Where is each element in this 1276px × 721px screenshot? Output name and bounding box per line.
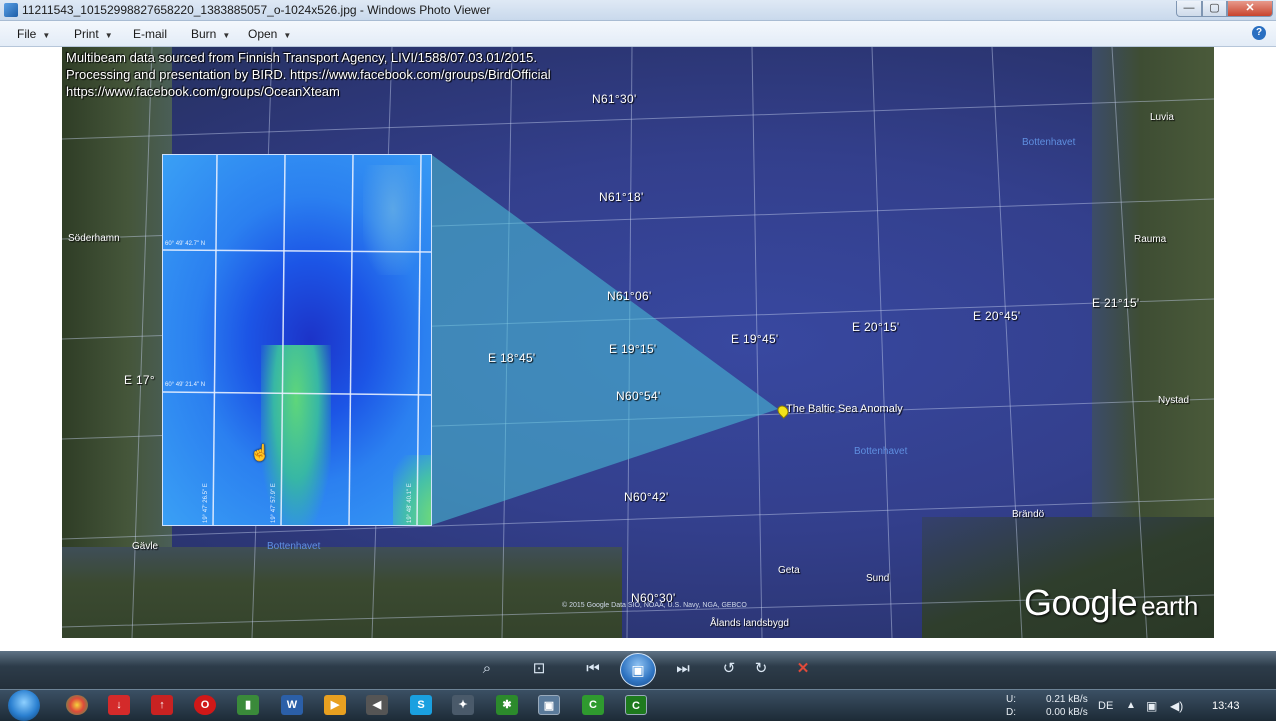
previous-icon[interactable]: ⏮ (582, 659, 604, 679)
menu-email-label: E-mail (133, 27, 168, 41)
map-copyright: © 2015 Google Data SIO, NOAA, U.S. Navy,… (562, 602, 747, 609)
skype-icon[interactable]: S (410, 695, 432, 715)
opera-icon[interactable]: O (194, 695, 216, 715)
network-icon[interactable]: ▣ (1146, 699, 1157, 713)
menu-file[interactable]: File ▼ (17, 27, 50, 41)
hand-cursor-icon: ☝ (250, 445, 270, 462)
viewer-controls-bar: ⌕ ⊡ ⏮ ▣ ⏭ ↺ ↻ ✕ (0, 651, 1276, 689)
attribution-line-2: Processing and presentation by BIRD. htt… (66, 67, 551, 82)
place-label: Sund (866, 573, 890, 584)
rotate-counterclockwise-icon[interactable]: ↺ (718, 659, 740, 679)
menu-burn-label: Burn (191, 27, 217, 41)
place-label: Gävle (132, 541, 159, 552)
lat-label: N61°30' (592, 92, 637, 106)
game-icon[interactable]: ✦ (452, 695, 474, 715)
menu-print[interactable]: Print ▼ (74, 27, 113, 41)
lat-label: N61°06' (607, 289, 652, 303)
lon-label: E 21°15' (1092, 296, 1140, 310)
menu-open-label: Open (248, 27, 278, 41)
lon-label: E 19°45' (731, 332, 779, 346)
lat-label: N61°18' (599, 190, 644, 204)
volume-icon[interactable]: ◀) (1170, 699, 1183, 713)
window-title: 11211543_10152998827658220_1383885057_o-… (22, 3, 491, 17)
word-icon[interactable]: W (281, 695, 303, 715)
inset-grid (163, 155, 431, 525)
next-icon[interactable]: ⏭ (672, 659, 694, 679)
sea-label: Bottenhavet (267, 541, 321, 552)
lon-label: E 18°45' (488, 351, 536, 365)
place-label: Rauma (1134, 234, 1167, 245)
menu-burn[interactable]: Burn ▼ (191, 27, 230, 41)
sea-label: Bottenhavet (854, 446, 908, 457)
inset-lon-label: 19° 47' 57.9" E (271, 483, 277, 523)
menu-open[interactable]: Open ▼ (248, 27, 291, 41)
lon-label: E 20°45' (973, 309, 1021, 323)
lat-label: N60°42' (624, 490, 669, 504)
chart-app-icon[interactable]: ▮ (237, 695, 259, 715)
speaker-app-icon[interactable]: ◀ (366, 695, 388, 715)
inset-lon-label: 19° 48' 40.1" E (407, 483, 413, 523)
download-speed: 0.00 kB/s (1046, 707, 1088, 718)
menu-print-label: Print (74, 27, 99, 41)
multibeam-inset: 60° 49' 42.7" N 60° 49' 21.4" N 19° 47' … (162, 154, 432, 526)
start-button[interactable] (8, 690, 40, 721)
place-label: Ålands landsbygd (710, 618, 789, 629)
slideshow-button[interactable]: ▣ (620, 653, 656, 687)
inset-lat-label: 60° 49' 21.4" N (165, 382, 206, 388)
place-label: Söderhamn (68, 233, 120, 244)
place-label: Geta (778, 565, 800, 576)
inset-lon-label: 19° 47' 26.5" E (203, 483, 209, 523)
anomaly-label: The Baltic Sea Anomaly (786, 403, 903, 415)
menu-bar: File ▼ Print ▼ E-mail Burn ▼ Open ▼ ? (0, 21, 1276, 47)
chevron-down-icon: ▼ (104, 31, 113, 40)
upload-speed: 0.21 kB/s (1046, 694, 1088, 705)
tray-download-label: D: (1006, 707, 1016, 718)
sea-label: Bottenhavet (1022, 137, 1076, 148)
minimize-button[interactable]: — (1176, 1, 1202, 17)
close-button[interactable]: ✕ (1227, 1, 1273, 17)
actual-size-icon[interactable]: ⊡ (528, 659, 550, 679)
photo-viewer-app-icon (4, 3, 18, 17)
show-hidden-icons-icon[interactable]: ▲ (1126, 700, 1136, 711)
place-label: Luvia (1150, 112, 1174, 123)
menu-email[interactable]: E-mail (133, 27, 167, 41)
utility-icon[interactable]: ✱ (496, 695, 518, 715)
chevron-down-icon: ▼ (42, 31, 51, 40)
taskbar-clock[interactable]: 13:43 (1212, 700, 1240, 712)
google-earth-logo: Google earth (1024, 582, 1198, 624)
tray-upload-label: U: (1006, 694, 1016, 705)
logo-earth-word: earth (1141, 591, 1198, 621)
logo-google-word: Google (1024, 582, 1138, 623)
attribution-line-1: Multibeam data sourced from Finnish Tran… (66, 50, 537, 65)
help-icon[interactable]: ? (1252, 26, 1266, 40)
input-language[interactable]: DE (1098, 700, 1113, 712)
displayed-photo: Multibeam data sourced from Finnish Tran… (62, 47, 1214, 638)
lon-label: E 17° (124, 373, 155, 387)
lon-label: E 19°15' (609, 342, 657, 356)
upload-app-icon[interactable]: ↑ (151, 695, 173, 715)
chrome-icon[interactable] (66, 695, 88, 715)
attribution-line-3: https://www.facebook.com/groups/OceanXte… (66, 84, 340, 99)
chevron-down-icon: ▼ (283, 31, 292, 40)
chevron-down-icon: ▼ (222, 31, 231, 40)
delete-icon[interactable]: ✕ (792, 659, 814, 679)
zoom-icon[interactable]: ⌕ (476, 659, 498, 679)
app-c-active-icon[interactable]: C (625, 695, 647, 715)
app-c-green-icon[interactable]: C (582, 695, 604, 715)
place-label: Brändö (1012, 509, 1045, 520)
viewer-area: Multibeam data sourced from Finnish Tran… (0, 47, 1276, 651)
download-manager-icon[interactable]: ↓ (108, 695, 130, 715)
photo-viewer-task-icon[interactable]: ▣ (538, 695, 560, 715)
rotate-clockwise-icon[interactable]: ↻ (750, 659, 772, 679)
lon-label: E 20°15' (852, 320, 900, 334)
menu-file-label: File (17, 27, 37, 41)
place-label: Nystad (1158, 395, 1190, 406)
maximize-button[interactable]: ▢ (1202, 1, 1227, 17)
lat-label: N60°54' (616, 389, 661, 403)
inset-lat-label: 60° 49' 42.7" N (165, 241, 206, 247)
windows-taskbar: ↓ ↑ O ▮ W ▶ ◀ S ✦ ✱ ▣ C C U: D: 0.21 kB/… (0, 689, 1276, 721)
media-player-icon[interactable]: ▶ (324, 695, 346, 715)
title-bar: 11211543_10152998827658220_1383885057_o-… (0, 0, 1276, 21)
